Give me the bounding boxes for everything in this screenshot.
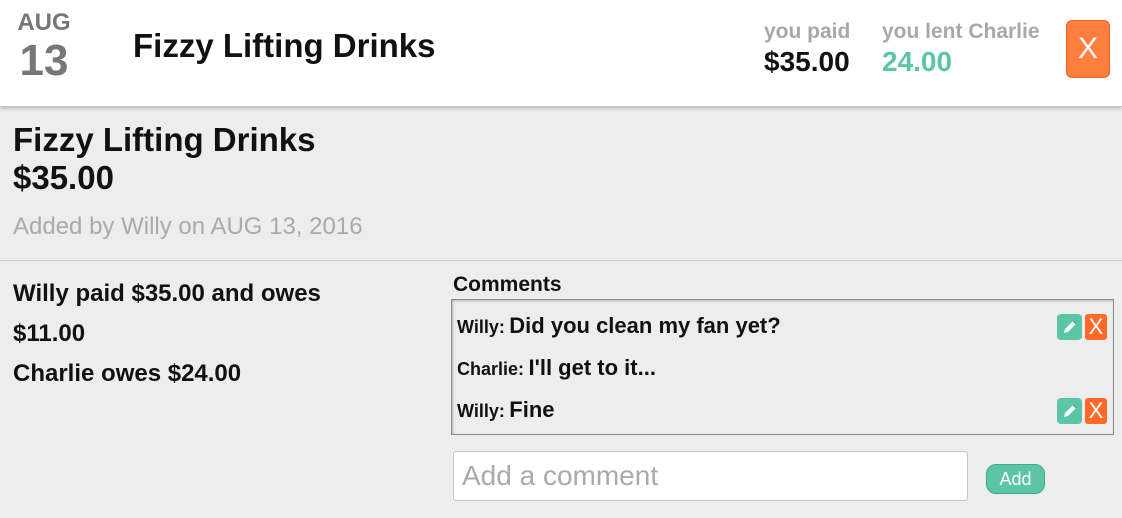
edit-comment-button[interactable] [1057,398,1082,424]
you-lent-value: 24.00 [882,46,953,77]
delete-comment-button[interactable]: X [1085,314,1107,340]
comment-author: Willy: [457,317,505,337]
split-line: Charlie owes $24.00 [13,360,242,387]
add-comment-button[interactable]: Add [986,464,1045,494]
you-paid-label: you paid [764,20,851,43]
expense-title: Fizzy Lifting Drinks [133,27,436,64]
delete-comment-button[interactable]: X [1085,398,1107,424]
split-breakdown: Willy paid $35.00 and owes $11.00 Charli… [13,274,433,394]
expense-date: AUG 13 [13,8,75,84]
detail-amount: $35.00 [13,159,114,196]
delete-expense-button[interactable]: X [1066,20,1110,78]
comment-text: I'll get to it... [528,355,656,380]
split-line: $11.00 [13,320,86,347]
comment-text: Fine [509,397,555,422]
expense-header[interactable]: AUG 13 Fizzy Lifting Drinks you paid $35… [0,0,1122,107]
you-paid-value: $35.00 [764,46,850,77]
comment-actions: X [1057,314,1107,340]
added-by-text: Added by Willy on AUG 13, 2016 [13,213,363,240]
you-lent-summary: you lent Charlie 24.00 [882,20,1040,80]
comment-author: Charlie: [457,359,525,379]
comments-list[interactable]: Willy: Did you clean my fan yet? X Charl… [451,299,1114,435]
section-divider [0,260,1122,261]
comment-actions: X [1057,398,1107,424]
pencil-icon [1063,404,1076,417]
comment-item: Willy: Fine X [457,396,1107,424]
you-paid-summary: you paid $35.00 [764,20,850,80]
comment-input[interactable] [453,451,968,501]
pencil-icon [1063,320,1076,333]
comment-item: Willy: Did you clean my fan yet? X [457,312,1107,340]
comments-heading: Comments [453,273,562,296]
date-month: AUG [17,9,71,36]
detail-title: Fizzy Lifting Drinks [13,121,316,158]
comment-text: Did you clean my fan yet? [509,313,781,338]
you-lent-label: you lent Charlie [882,20,1040,43]
expense-detail: Fizzy Lifting Drinks $35.00 Added by Wil… [13,120,363,242]
edit-comment-button[interactable] [1057,314,1082,340]
comment-author: Willy: [457,401,505,421]
date-day: 13 [19,36,69,85]
expense-detail-page: AUG 13 Fizzy Lifting Drinks you paid $35… [0,0,1122,518]
comment-item: Charlie: I'll get to it... [457,354,1107,382]
split-line: Willy paid $35.00 and owes [13,280,321,307]
